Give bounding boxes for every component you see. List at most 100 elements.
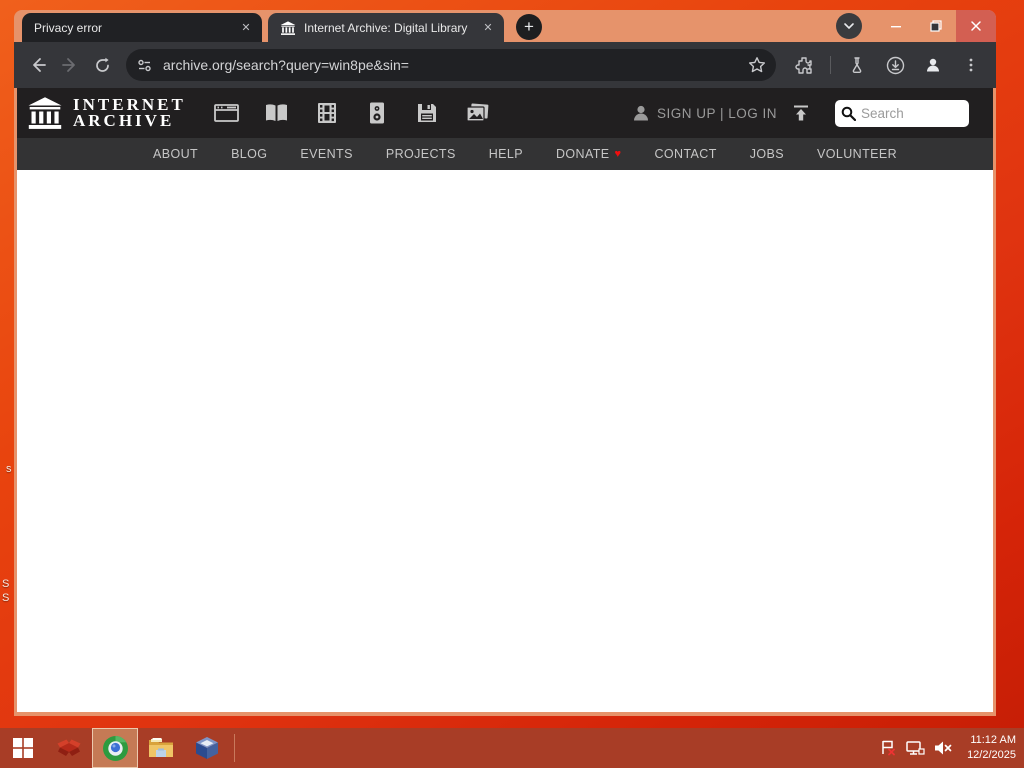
volume-muted-icon[interactable] xyxy=(933,739,953,757)
nav-label: EVENTS xyxy=(300,147,353,161)
taskbar-clock[interactable]: 11:12 AM 12/2/2025 xyxy=(961,733,1016,763)
logo-wordmark: INTERNET ARCHIVE xyxy=(73,96,186,130)
internet-archive-header: INTERNET ARCHIVE SIGN UP | LOG IN Search xyxy=(17,88,993,138)
software-icon[interactable] xyxy=(410,96,444,130)
web-icon[interactable] xyxy=(210,96,244,130)
start-button[interactable] xyxy=(0,728,46,768)
logo-line-2: ARCHIVE xyxy=(73,111,175,130)
nav-label: CONTACT xyxy=(654,147,717,161)
person-icon xyxy=(633,105,648,121)
desktop-icon-label-fragment: S xyxy=(2,578,10,590)
flask-icon xyxy=(852,57,862,73)
nav-donate[interactable]: DONATE ♥ xyxy=(556,147,622,161)
profile-button[interactable] xyxy=(917,49,949,81)
kebab-menu-icon xyxy=(969,58,973,72)
tab-privacy-error[interactable]: Privacy error ✕ xyxy=(22,13,262,42)
download-icon xyxy=(886,56,904,74)
network-status-icon[interactable] xyxy=(905,739,925,757)
page-body-empty xyxy=(17,170,993,712)
internet-archive-logo[interactable]: INTERNET ARCHIVE xyxy=(27,95,186,131)
profile-avatar-icon xyxy=(927,58,939,72)
windows-logo-icon xyxy=(13,738,33,758)
nav-label: PROJECTS xyxy=(385,147,456,161)
nav-jobs[interactable]: JOBS xyxy=(750,147,784,161)
nav-label: BLOG xyxy=(231,147,268,161)
web-page-content: INTERNET ARCHIVE SIGN UP | LOG IN Search… xyxy=(17,88,993,712)
action-center-flag-icon[interactable] xyxy=(879,739,897,757)
close-tab-icon[interactable]: ✕ xyxy=(480,20,496,36)
back-button[interactable] xyxy=(22,49,54,81)
header-account-area: SIGN UP | LOG IN xyxy=(631,99,983,127)
nav-label: VOLUNTEER xyxy=(817,147,898,161)
tab-title: Privacy error xyxy=(34,20,103,35)
windows-taskbar: 11:12 AM 12/2/2025 xyxy=(0,728,1024,768)
desktop-icon-label-fragment: S xyxy=(2,592,10,604)
taskbar-virtualbox-button[interactable] xyxy=(184,728,230,768)
minimize-icon xyxy=(891,26,901,28)
taskbar-divider xyxy=(234,734,235,762)
nav-events[interactable]: EVENTS xyxy=(300,147,352,161)
search-icon xyxy=(841,106,856,121)
maximize-restore-button[interactable] xyxy=(916,10,956,42)
internet-archive-favicon xyxy=(280,20,296,36)
bookmark-star-icon[interactable] xyxy=(748,56,766,74)
nav-help[interactable]: HELP xyxy=(489,147,523,161)
tab-internet-archive[interactable]: Internet Archive: Digital Library ✕ xyxy=(268,13,504,42)
temple-logo-icon xyxy=(28,97,62,129)
browser-toolbar: archive.org/search?query=win8pe&sin= xyxy=(14,42,996,88)
nav-volunteer[interactable]: VOLUNTEER xyxy=(817,147,897,161)
taskbar-browser-button[interactable] xyxy=(92,728,138,768)
nav-label: ABOUT xyxy=(153,147,199,161)
file-explorer-icon xyxy=(149,738,173,757)
desktop-icon-label-fragment: s xyxy=(6,463,12,475)
chevron-down-icon xyxy=(844,23,854,30)
virtualbox-icon xyxy=(196,737,218,759)
media-type-buttons xyxy=(210,96,494,130)
extensions-button[interactable] xyxy=(788,49,820,81)
site-search-box[interactable] xyxy=(835,99,969,127)
url-text[interactable]: archive.org/search?query=win8pe&sin= xyxy=(163,57,748,73)
red-box-app-icon xyxy=(57,739,81,756)
browser-menu-button[interactable] xyxy=(955,49,987,81)
nav-blog[interactable]: BLOG xyxy=(231,147,267,161)
browser-window: Privacy error ✕ Internet Archive: Digita… xyxy=(14,10,996,716)
tab-title: Internet Archive: Digital Library xyxy=(304,20,468,35)
close-window-button[interactable] xyxy=(956,10,996,42)
nav-contact[interactable]: CONTACT xyxy=(654,147,716,161)
taskbar-file-explorer-button[interactable] xyxy=(138,728,184,768)
video-icon[interactable] xyxy=(310,96,344,130)
close-tab-icon[interactable]: ✕ xyxy=(238,20,254,36)
extensions-puzzle-icon xyxy=(795,57,812,74)
reload-button[interactable] xyxy=(86,49,118,81)
tab-strip: Privacy error ✕ Internet Archive: Digita… xyxy=(14,10,996,42)
forward-button[interactable] xyxy=(54,49,86,81)
search-input[interactable] xyxy=(861,105,961,121)
tab-search-button[interactable] xyxy=(836,13,862,39)
system-tray: 11:12 AM 12/2/2025 xyxy=(879,733,1024,763)
new-tab-button[interactable]: + xyxy=(516,14,542,40)
site-settings-icon[interactable] xyxy=(136,57,153,74)
forward-arrow-icon xyxy=(62,58,75,72)
back-arrow-icon xyxy=(33,58,46,72)
heart-icon: ♥ xyxy=(614,148,622,160)
downloads-button[interactable] xyxy=(879,49,911,81)
upload-icon[interactable] xyxy=(791,103,811,123)
internet-archive-navbar: ABOUT BLOG EVENTS PROJECTS HELP DONATE ♥ … xyxy=(17,138,993,170)
restore-icon xyxy=(930,20,942,32)
nav-label: HELP xyxy=(488,147,523,161)
nav-about[interactable]: ABOUT xyxy=(153,147,198,161)
nav-projects[interactable]: PROJECTS xyxy=(386,147,456,161)
signup-login-link[interactable]: SIGN UP | LOG IN xyxy=(657,106,777,121)
taskbar-app-red-box[interactable] xyxy=(46,728,92,768)
audio-icon[interactable] xyxy=(360,96,394,130)
close-icon xyxy=(971,21,981,31)
labs-button[interactable] xyxy=(841,49,873,81)
minimize-button[interactable] xyxy=(876,10,916,42)
reload-icon xyxy=(95,57,109,72)
address-bar[interactable]: archive.org/search?query=win8pe&sin= xyxy=(126,49,776,81)
toolbar-divider xyxy=(830,56,831,74)
nav-label: DONATE xyxy=(555,147,610,161)
images-icon[interactable] xyxy=(460,96,494,130)
texts-icon[interactable] xyxy=(260,96,294,130)
toolbar-actions xyxy=(788,49,987,81)
